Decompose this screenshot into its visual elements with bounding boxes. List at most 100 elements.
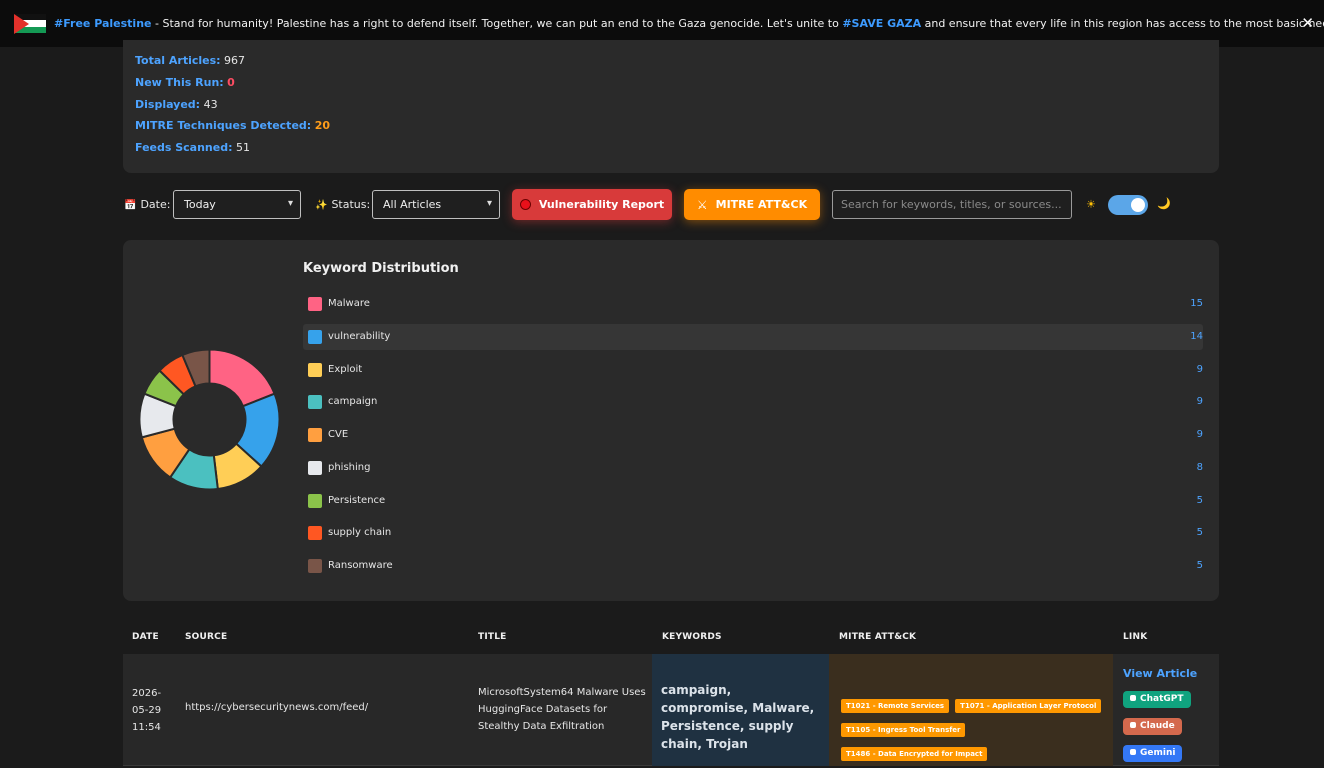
mitre-technique-tag[interactable]: T1105 - Ingress Tool Transfer bbox=[841, 723, 966, 737]
row-title: MicrosoftSystem64 Malware Uses HuggingFa… bbox=[478, 687, 646, 732]
legend-count: 9 bbox=[1196, 363, 1203, 375]
legend-swatch bbox=[308, 493, 322, 508]
legend-swatch bbox=[308, 460, 322, 475]
stat-value: 20 bbox=[314, 119, 330, 132]
moon-icon: 🌙 bbox=[1157, 197, 1171, 210]
vulnerability-report-button[interactable]: Vulnerability Report bbox=[512, 189, 672, 220]
column-header-keywords[interactable]: KEYWORDS bbox=[662, 632, 722, 642]
chevron-down-icon: ▾ bbox=[287, 198, 293, 209]
calendar-icon: 📅 bbox=[124, 200, 137, 211]
row-time-line: 11:54 bbox=[132, 722, 161, 733]
mitre-technique-tag[interactable]: T1071 - Application Layer Protocol bbox=[955, 699, 1102, 713]
search-input[interactable] bbox=[832, 190, 1072, 219]
chatgpt-button[interactable]: ChatGPT bbox=[1123, 691, 1191, 708]
legend-item[interactable]: campaign 9 bbox=[303, 389, 1203, 415]
legend-count: 9 bbox=[1196, 429, 1203, 440]
sparkles-icon: ✨ bbox=[315, 200, 328, 211]
crossed-swords-icon: ⚔ bbox=[696, 197, 708, 212]
legend-label: vulnerability bbox=[328, 330, 391, 342]
theme-toggle[interactable] bbox=[1108, 195, 1148, 215]
gemini-label: Gemini bbox=[1140, 748, 1176, 758]
stat-value: 967 bbox=[224, 54, 246, 67]
row-date: 2026- 05-29 11:54 bbox=[132, 685, 172, 736]
legend-item[interactable]: Ransomware 5 bbox=[303, 553, 1203, 579]
status-label-text: Status: bbox=[331, 198, 371, 211]
legend-count: 8 bbox=[1196, 461, 1203, 473]
legend-label: Ransomware bbox=[328, 560, 393, 571]
legend-item[interactable]: supply chain 5 bbox=[303, 520, 1203, 546]
close-icon[interactable]: ✕ bbox=[1301, 13, 1314, 33]
filter-bar: 📅 Date: Today ▾ ✨ Status: All Articles ▾ V… bbox=[0, 189, 1324, 221]
legend-swatch bbox=[308, 428, 322, 442]
stat-value: 43 bbox=[203, 98, 218, 111]
keyword-distribution-card: Keyword Distribution Malware 15 vulnerabil… bbox=[123, 240, 1219, 601]
status-filter-label: ✨ Status: bbox=[315, 198, 370, 211]
view-article-link[interactable]: View Article bbox=[1123, 667, 1213, 680]
legend-item[interactable]: vulnerability 14 bbox=[303, 323, 1203, 350]
column-header-title[interactable]: TITLE bbox=[478, 632, 507, 642]
stat-label: Total Articles: bbox=[135, 54, 221, 67]
legend-item[interactable]: CVE 9 bbox=[303, 422, 1203, 448]
banner-hashtag[interactable]: #Free Palestine bbox=[54, 17, 152, 30]
banner-text-1: - Stand for humanity! Palestine has a ri… bbox=[151, 17, 843, 30]
claude-label: Claude bbox=[1140, 721, 1175, 731]
date-select-value: Today bbox=[184, 198, 216, 211]
stat-label: MITRE Techniques Detected: bbox=[135, 119, 312, 132]
legend-count: 5 bbox=[1196, 560, 1203, 571]
row-date-line: 2026- bbox=[132, 688, 162, 699]
gemini-button[interactable]: Gemini bbox=[1123, 745, 1183, 762]
legend-swatch bbox=[308, 362, 322, 377]
stat-feeds-scanned: Feeds Scanned: 51 bbox=[135, 141, 250, 154]
chart-title: Keyword Distribution bbox=[303, 261, 459, 276]
row-links: View Article ChatGPT Claude Gemini bbox=[1123, 667, 1213, 767]
stat-value: 51 bbox=[236, 141, 251, 154]
legend-swatch bbox=[308, 526, 322, 541]
column-header-link[interactable]: LINK bbox=[1123, 632, 1147, 642]
status-select[interactable]: All Articles ▾ bbox=[372, 190, 500, 219]
chatgpt-icon bbox=[1130, 695, 1136, 701]
banner-text-2: and ensure that every life in this regio… bbox=[924, 17, 1324, 30]
legend-swatch bbox=[308, 329, 322, 344]
row-keywords: campaign, compromise, Malware, Persisten… bbox=[652, 654, 829, 766]
status-select-value: All Articles bbox=[383, 198, 442, 211]
vulnerability-report-label: Vulnerability Report bbox=[538, 198, 665, 211]
gemini-icon bbox=[1130, 749, 1136, 755]
legend-item[interactable]: Persistence 5 bbox=[303, 488, 1203, 514]
legend-count: 15 bbox=[1190, 298, 1203, 309]
mitre-attack-button[interactable]: ⚔ MITRE ATT&CK bbox=[684, 189, 820, 220]
legend-item[interactable]: phishing 8 bbox=[303, 455, 1203, 481]
stat-value: 0 bbox=[227, 76, 235, 89]
mitre-technique-tag[interactable]: T1021 - Remote Services bbox=[841, 699, 950, 713]
claude-button[interactable]: Claude bbox=[1123, 718, 1182, 735]
red-circle-icon bbox=[519, 199, 531, 210]
row-mitre-techniques: T1021 - Remote Services T1071 - Applicat… bbox=[829, 654, 1113, 766]
legend-item[interactable]: Exploit 9 bbox=[303, 357, 1203, 383]
claude-icon bbox=[1130, 722, 1136, 728]
mitre-technique-tag[interactable]: T1486 - Data Encrypted for Impact bbox=[841, 747, 988, 761]
column-header-date[interactable]: DATE bbox=[132, 632, 159, 642]
row-source: https://cybersecuritynews.com/feed/ bbox=[185, 702, 369, 713]
stat-label: Feeds Scanned: bbox=[135, 141, 233, 154]
column-header-source[interactable]: SOURCE bbox=[185, 632, 227, 642]
stat-mitre-techniques: MITRE Techniques Detected: 20 bbox=[135, 119, 330, 132]
articles-table-header: DATE SOURCE TITLE KEYWORDS MITRE ATT&CK … bbox=[123, 627, 1219, 649]
stat-total-articles: Total Articles: 967 bbox=[135, 54, 245, 67]
table-row: 2026- 05-29 11:54 https://cybersecurityn… bbox=[123, 654, 1219, 766]
legend-swatch bbox=[308, 297, 322, 311]
banner-hashtag-2[interactable]: #SAVE GAZA bbox=[842, 17, 921, 30]
legend-label: Exploit bbox=[328, 363, 363, 375]
date-select[interactable]: Today ▾ bbox=[173, 190, 301, 219]
legend-count: 14 bbox=[1190, 330, 1203, 342]
legend-swatch bbox=[308, 559, 322, 573]
legend-item[interactable]: Malware 15 bbox=[303, 291, 1203, 317]
column-header-mitre[interactable]: MITRE ATT&CK bbox=[839, 632, 916, 642]
chatgpt-label: ChatGPT bbox=[1140, 694, 1184, 704]
legend-label: campaign bbox=[328, 396, 378, 408]
date-filter-label: 📅 Date: bbox=[124, 198, 170, 211]
mitre-attack-label: MITRE ATT&CK bbox=[715, 198, 808, 211]
legend-count: 5 bbox=[1196, 527, 1203, 539]
legend-count: 5 bbox=[1196, 494, 1203, 506]
legend-label: Persistence bbox=[328, 494, 386, 506]
legend-swatch bbox=[308, 395, 322, 410]
legend-label: supply chain bbox=[328, 527, 392, 539]
